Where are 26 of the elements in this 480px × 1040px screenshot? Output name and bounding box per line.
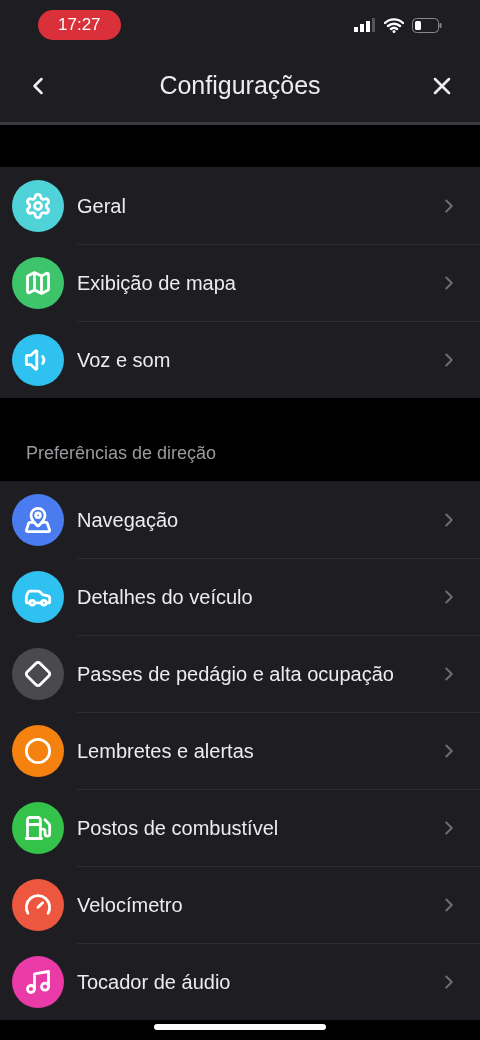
row-label: Velocímetro: [77, 893, 184, 918]
page-title: Configurações: [159, 70, 321, 102]
settings-row[interactable]: Geral: [0, 167, 480, 244]
section-header: Preferências de direção: [26, 442, 217, 465]
row-label: Tocador de áudio: [77, 970, 232, 995]
settings-row[interactable]: Navegação: [0, 481, 480, 558]
row-label: Detalhes do veículo: [77, 585, 254, 610]
signal-icon: [354, 18, 376, 32]
battery-icon: [412, 17, 442, 33]
settings-row[interactable]: Detalhes do veículo: [0, 558, 480, 635]
settings-row[interactable]: Postos de combustível: [0, 789, 480, 866]
settings-row[interactable]: Passes de pedágio e alta ocupação: [0, 635, 480, 712]
status-time: 17:27: [38, 10, 121, 40]
settings-row[interactable]: Lembretes e alertas: [0, 712, 480, 789]
row-label: Voz e som: [77, 348, 172, 373]
settings-row[interactable]: Voz e som: [0, 321, 480, 398]
settings-row[interactable]: Velocímetro: [0, 866, 480, 943]
settings-row[interactable]: Tocador de áudio: [0, 943, 480, 1020]
row-label: Exibição de mapa: [77, 271, 237, 296]
row-label: Postos de combustível: [77, 816, 280, 841]
row-label: Lembretes e alertas: [77, 739, 255, 764]
row-label: Passes de pedágio e alta ocupação: [77, 662, 395, 687]
row-label: Navegação: [77, 507, 180, 533]
wifi-icon: [384, 17, 404, 33]
row-label: Geral: [77, 193, 127, 219]
settings-row[interactable]: Exibição de mapa: [0, 244, 480, 321]
